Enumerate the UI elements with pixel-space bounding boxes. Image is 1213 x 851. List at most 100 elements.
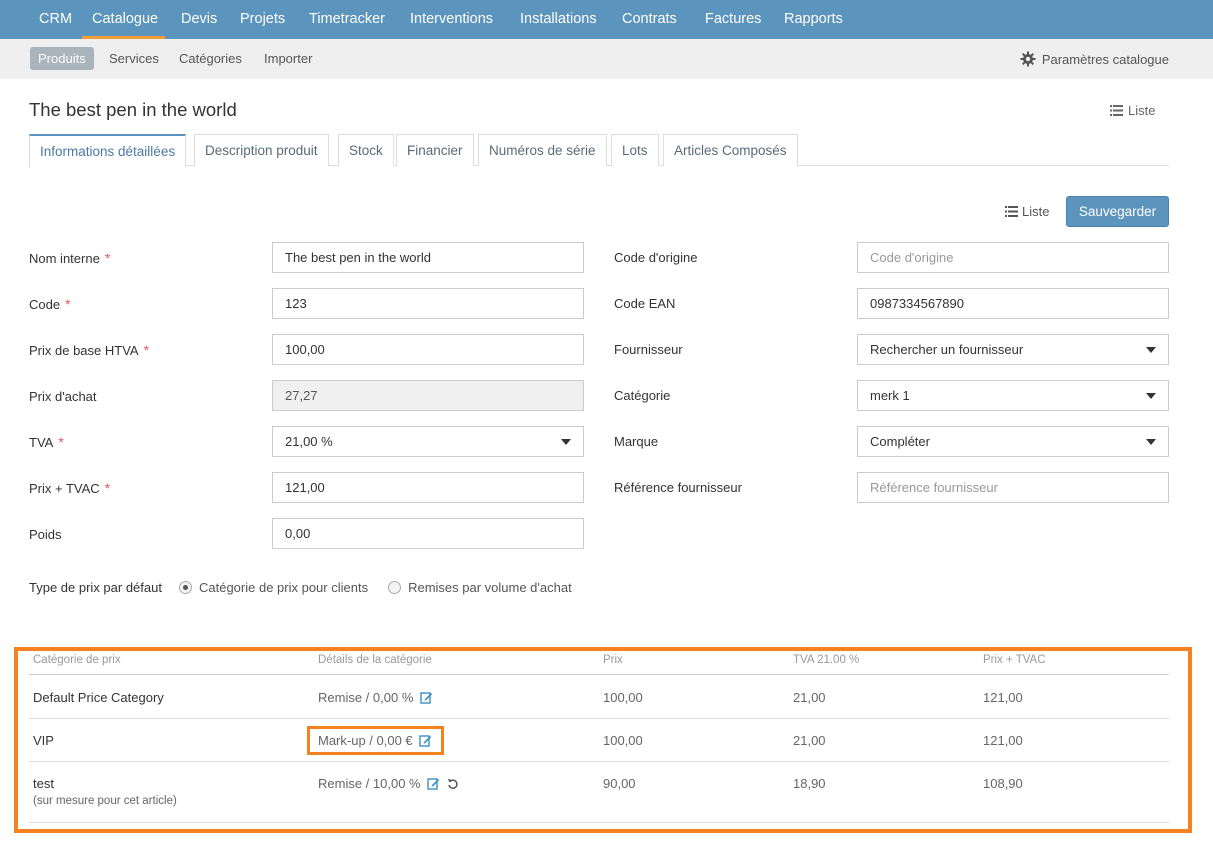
nav-interventions[interactable]: Interventions bbox=[410, 0, 493, 39]
label-reference-fournisseur: Référence fournisseur bbox=[614, 480, 742, 495]
tab-financier[interactable]: Financier bbox=[396, 134, 474, 166]
label-prix-achat: Prix d'achat bbox=[29, 389, 97, 404]
catalogue-settings-link[interactable]: Paramètres catalogue bbox=[1020, 51, 1169, 67]
tab-informations-detaillees[interactable]: Informations détaillées bbox=[29, 134, 187, 167]
row-default-price: 100,00 bbox=[603, 690, 643, 705]
nav-factures[interactable]: Factures bbox=[705, 0, 761, 39]
fournisseur-select[interactable]: Rechercher un fournisseur bbox=[857, 334, 1169, 365]
caret-down-icon bbox=[1146, 439, 1156, 445]
nav-timetracker[interactable]: Timetracker bbox=[309, 0, 385, 39]
prix-tvac-input[interactable]: 121,00 bbox=[272, 472, 584, 503]
row-vip-category: VIP bbox=[33, 733, 54, 748]
gear-icon bbox=[1020, 51, 1036, 67]
radio-option-remises[interactable]: Remises par volume d'achat bbox=[388, 580, 572, 595]
reset-icon[interactable] bbox=[447, 778, 459, 790]
prix-achat-field: 27,27 bbox=[272, 380, 584, 411]
label-marque: Marque bbox=[614, 434, 659, 449]
row-test-details-text: Remise / 10,00 % bbox=[318, 776, 421, 791]
save-button[interactable]: Sauvegarder bbox=[1066, 196, 1169, 227]
table-row-divider bbox=[29, 761, 1169, 762]
list-view-label: Liste bbox=[1128, 103, 1156, 118]
row-vip-price: 100,00 bbox=[603, 733, 643, 748]
subnav-produits[interactable]: Produits bbox=[30, 47, 94, 70]
tab-stock[interactable]: Stock bbox=[338, 134, 394, 166]
edit-icon[interactable] bbox=[420, 691, 433, 704]
subnav-importer[interactable]: Importer bbox=[256, 47, 320, 70]
list-button-label: Liste bbox=[1022, 204, 1050, 219]
subnav-categories[interactable]: Catégories bbox=[171, 47, 250, 70]
list-view-link[interactable]: Liste bbox=[1110, 103, 1155, 118]
caret-down-icon bbox=[1146, 347, 1156, 353]
row-default-total: 121,00 bbox=[983, 690, 1023, 705]
th-details: Détails de la catégorie bbox=[318, 654, 432, 666]
nav-rapports[interactable]: Rapports bbox=[784, 0, 843, 39]
tab-numeros-de-serie[interactable]: Numéros de série bbox=[478, 134, 607, 166]
row-test-category: test bbox=[33, 776, 54, 791]
th-prix-tvac: Prix + TVAC bbox=[983, 654, 1046, 666]
row-test-total: 108,90 bbox=[983, 776, 1023, 791]
nav-catalogue[interactable]: Catalogue bbox=[92, 0, 158, 39]
label-nom-interne: Nom interne * bbox=[29, 250, 111, 266]
table-header-divider bbox=[29, 674, 1169, 675]
list-icon bbox=[1005, 206, 1018, 217]
nav-projets[interactable]: Projets bbox=[240, 0, 285, 39]
label-categorie: Catégorie bbox=[614, 388, 671, 403]
radio-selected-icon bbox=[178, 581, 192, 594]
row-test-tva: 18,90 bbox=[793, 776, 826, 791]
label-code-ean: Code EAN bbox=[614, 296, 676, 311]
caret-down-icon bbox=[561, 439, 571, 445]
row-default-tva: 21,00 bbox=[793, 690, 826, 705]
nav-contrats[interactable]: Contrats bbox=[622, 0, 677, 39]
tab-articles-composes[interactable]: Articles Composés bbox=[663, 134, 798, 166]
radio-unselected-icon bbox=[388, 581, 402, 594]
label-prix-tvac: Prix + TVAC * bbox=[29, 480, 111, 496]
nav-installations[interactable]: Installations bbox=[520, 0, 597, 39]
subnav-services[interactable]: Services bbox=[101, 47, 167, 70]
label-fournisseur: Fournisseur bbox=[614, 342, 683, 357]
code-ean-input[interactable]: 0987334567890 bbox=[857, 288, 1169, 319]
table-bottom-divider bbox=[29, 822, 1169, 823]
categorie-select[interactable]: merk 1 bbox=[857, 380, 1169, 411]
reference-fournisseur-input[interactable]: Référence fournisseur bbox=[857, 472, 1169, 503]
price-type-label: Type de prix par défaut bbox=[29, 580, 162, 595]
list-button[interactable]: Liste bbox=[1005, 204, 1049, 219]
prix-de-base-input[interactable]: 100,00 bbox=[272, 334, 584, 365]
nav-crm[interactable]: CRM bbox=[39, 0, 72, 39]
price-type-row: Type de prix par défaut Catégorie de pri… bbox=[29, 580, 572, 595]
row-test-note: (sur mesure pour cet article) bbox=[33, 795, 177, 807]
row-default-details-text: Remise / 0,00 % bbox=[318, 690, 414, 705]
radio-option-categorie-label: Catégorie de prix pour clients bbox=[198, 580, 369, 595]
tva-select[interactable]: 21,00 % bbox=[272, 426, 584, 457]
tva-select-value: 21,00 % bbox=[285, 434, 333, 449]
label-code-origine: Code d'origine bbox=[614, 250, 698, 265]
row-vip-total: 121,00 bbox=[983, 733, 1023, 748]
edit-icon[interactable] bbox=[427, 777, 440, 790]
row-test-details[interactable]: Remise / 10,00 % bbox=[318, 776, 459, 791]
sub-navigation: Produits Services Catégories Importer Pa… bbox=[0, 39, 1213, 79]
nom-interne-input[interactable]: The best pen in the world bbox=[272, 242, 584, 273]
settings-label: Paramètres catalogue bbox=[1041, 51, 1169, 67]
row-default-category: Default Price Category bbox=[33, 690, 164, 705]
row-vip-details[interactable]: Mark-up / 0,00 € bbox=[318, 733, 432, 748]
caret-down-icon bbox=[1146, 393, 1156, 399]
code-input[interactable]: 123 bbox=[272, 288, 584, 319]
tab-lots[interactable]: Lots bbox=[611, 134, 659, 166]
nav-devis[interactable]: Devis bbox=[181, 0, 217, 39]
label-tva: TVA * bbox=[29, 434, 64, 450]
label-code: Code * bbox=[29, 296, 71, 312]
row-vip-tva: 21,00 bbox=[793, 733, 826, 748]
row-test-price: 90,00 bbox=[603, 776, 636, 791]
poids-input[interactable]: 0,00 bbox=[272, 518, 584, 549]
radio-option-categorie[interactable]: Catégorie de prix pour clients bbox=[178, 580, 369, 595]
code-origine-input[interactable]: Code d'origine bbox=[857, 242, 1169, 273]
page-title: The best pen in the world bbox=[29, 99, 237, 120]
th-tva: TVA 21.00 % bbox=[793, 654, 860, 666]
list-icon bbox=[1110, 105, 1123, 116]
tab-description-produit[interactable]: Description produit bbox=[194, 134, 329, 166]
top-navigation: CRM Catalogue Devis Projets Timetracker … bbox=[0, 0, 1213, 39]
row-default-details[interactable]: Remise / 0,00 % bbox=[318, 690, 433, 705]
label-prix-de-base: Prix de base HTVA * bbox=[29, 342, 150, 358]
marque-select[interactable]: Compléter bbox=[857, 426, 1169, 457]
marque-select-value: Compléter bbox=[870, 434, 930, 449]
edit-icon[interactable] bbox=[419, 734, 432, 747]
